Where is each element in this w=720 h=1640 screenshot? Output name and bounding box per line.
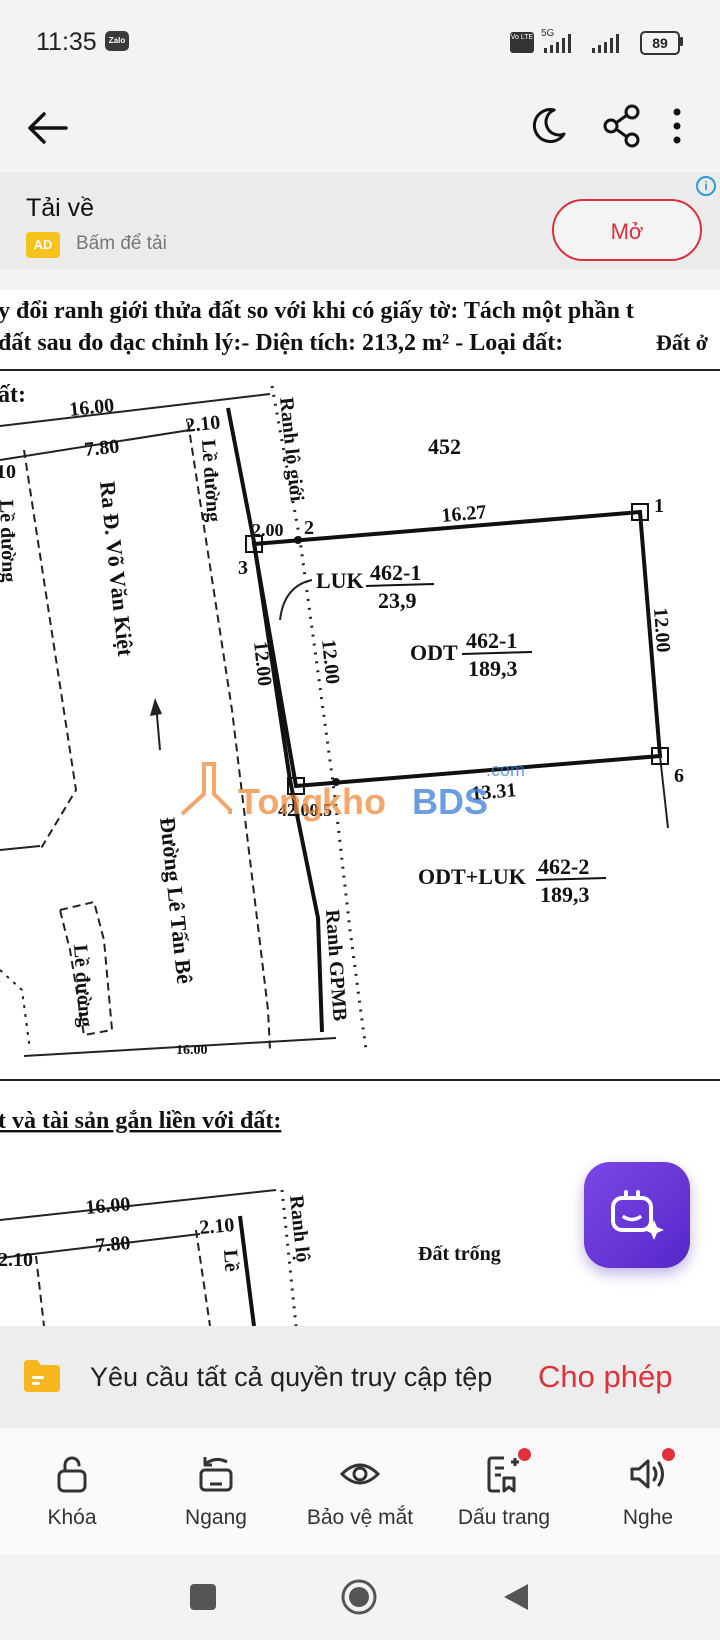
svg-text:Tong: Tong xyxy=(238,781,323,822)
dim-7-80-b: 7.80 xyxy=(95,1232,132,1257)
signal-icon xyxy=(544,34,619,53)
night-mode-icon[interactable] xyxy=(528,106,568,146)
nav-bookmark-label: Dấu trang xyxy=(457,1506,551,1529)
luk-prefix: LUK xyxy=(316,568,364,593)
label-dat-trong: Đất trống xyxy=(418,1243,501,1265)
svg-text:kho: kho xyxy=(322,781,386,822)
ad-badge: AD xyxy=(26,232,60,258)
zalo-icon: Zalo xyxy=(105,31,129,51)
ad-banner[interactable]: Tải về AD Bấm để tải Mở i xyxy=(0,172,720,270)
status-time: 11:35 xyxy=(36,28,97,56)
header-land-type: Đất ở xyxy=(656,330,709,355)
dim-2-10-left-b: 2.10 xyxy=(0,1249,33,1271)
ad-title: Tải về xyxy=(26,194,95,222)
plot-number-452: 452 xyxy=(428,434,461,459)
dim-7-80: 7.80 xyxy=(83,435,120,461)
battery-icon xyxy=(680,37,683,46)
permission-message: Yêu cầu tất cả quyền truy cập tệp xyxy=(90,1362,493,1392)
dim-2-10-b: 2.10 xyxy=(199,1214,236,1239)
point-1: 1 xyxy=(654,495,664,517)
battery-level: 89 xyxy=(640,31,680,55)
recents-icon[interactable] xyxy=(190,1584,216,1610)
folder-icon xyxy=(24,1360,60,1392)
dim-2-00: 2.00 xyxy=(252,520,284,540)
odt-area: 189,3 xyxy=(468,656,518,681)
mix-area: 189,3 xyxy=(540,882,590,907)
label-ranh-gpmb: Ranh GPMB xyxy=(321,909,351,1022)
label-le-duong-left: Lề đường xyxy=(0,499,20,582)
speaker-icon xyxy=(630,1459,664,1489)
toolbar xyxy=(0,84,720,172)
mix-num: 462-2 xyxy=(538,854,589,879)
header-line-1: y đổi ranh giới thửa đất so với khi có g… xyxy=(0,298,634,324)
label-duong-le-tan-be: Đường Lê Tấn Bê xyxy=(155,816,197,985)
mix-prefix: ODT+LUK xyxy=(418,864,526,889)
dim-16-27: 16.27 xyxy=(441,501,488,527)
more-options-icon[interactable] xyxy=(670,106,684,148)
svg-text:.com: .com xyxy=(486,760,525,780)
label-le-duong-mid: Lề đường xyxy=(197,439,225,523)
share-icon[interactable] xyxy=(602,104,642,148)
nav-bookmark[interactable]: Dấu trang xyxy=(432,1428,576,1554)
section-label-2: t và tài sản gắn liền với đất: xyxy=(0,1108,281,1134)
home-icon[interactable] xyxy=(340,1578,378,1616)
nav-eye-protect[interactable]: Bảo vệ mắt xyxy=(288,1428,432,1554)
ad-open-button[interactable]: Mở xyxy=(552,199,702,261)
nav-eye-label: Bảo vệ mắt xyxy=(306,1506,414,1529)
bookmark-badge xyxy=(518,1448,531,1461)
svg-text:BDS: BDS xyxy=(412,781,488,822)
bottom-nav: Khóa Ngang Bảo vệ mắt Dấu trang Nghe xyxy=(0,1428,720,1554)
luk-area: 23,9 xyxy=(378,588,417,613)
dim-2-10: 2.10 xyxy=(184,411,221,437)
header-line-2: đất sau đo đạc chỉnh lý:- Diện tích: 213… xyxy=(0,330,563,356)
lock-icon xyxy=(57,1456,87,1493)
nav-lock[interactable]: Khóa xyxy=(0,1428,144,1554)
rotate-icon xyxy=(199,1457,233,1492)
dim-10: 10 xyxy=(0,461,16,483)
nav-listen-label: Nghe xyxy=(622,1506,674,1529)
back-nav-icon[interactable] xyxy=(502,1582,530,1612)
status-bar: 11:35 Zalo Vo LTE 5G 89 xyxy=(0,0,720,84)
boundary-solid xyxy=(226,407,324,1033)
allow-button[interactable]: Cho phép xyxy=(538,1359,672,1395)
dim-12-00-right: 12.00 xyxy=(649,607,674,653)
label-ra-vo-van-kiet: Ra Đ. Võ Văn Kiệt xyxy=(95,480,138,658)
label-le-short: Lề xyxy=(219,1249,243,1273)
back-arrow-icon[interactable] xyxy=(26,110,68,146)
ai-assistant-button[interactable] xyxy=(584,1162,690,1268)
section-label-1: ất: xyxy=(0,382,26,408)
volte-icon: Vo LTE xyxy=(510,32,534,53)
dim-16-00: 16.00 xyxy=(68,394,115,421)
dim-16-00-b: 16.00 xyxy=(85,1193,132,1219)
label-ranh-lo-gioi: Ranh lộ giới xyxy=(275,396,308,503)
label-le-duong-lower: Lề đường xyxy=(69,944,97,1028)
point-3: 3 xyxy=(238,557,248,579)
nav-lock-label: Khóa xyxy=(47,1506,97,1529)
ad-subtitle: Bấm để tải xyxy=(76,233,167,254)
nav-listen[interactable]: Nghe xyxy=(576,1428,720,1554)
nav-landscape-label: Ngang xyxy=(185,1506,247,1529)
odt-num: 462-1 xyxy=(466,628,517,653)
bookmark-add-icon xyxy=(487,1456,519,1493)
odt-prefix: ODT xyxy=(410,640,458,665)
point-6: 6 xyxy=(674,765,684,787)
robot-sparkle-icon xyxy=(611,1190,664,1240)
listen-badge xyxy=(662,1448,675,1461)
dim-12-00-mid: 12.00 xyxy=(317,638,344,685)
watermark: Tong kho BDS .com xyxy=(180,760,525,822)
dim-12-00-left: 12.00 xyxy=(249,640,276,687)
nav-landscape[interactable]: Ngang xyxy=(144,1428,288,1554)
system-nav-bar xyxy=(0,1554,720,1640)
ad-info-icon[interactable]: i xyxy=(696,176,716,196)
permission-banner: Yêu cầu tất cả quyền truy cập tệp Cho ph… xyxy=(0,1326,720,1428)
dim-16-bottom: 16.00 xyxy=(176,1043,208,1058)
point-2: 2 xyxy=(304,517,314,539)
eye-icon xyxy=(340,1463,380,1485)
luk-num: 462-1 xyxy=(370,560,421,585)
